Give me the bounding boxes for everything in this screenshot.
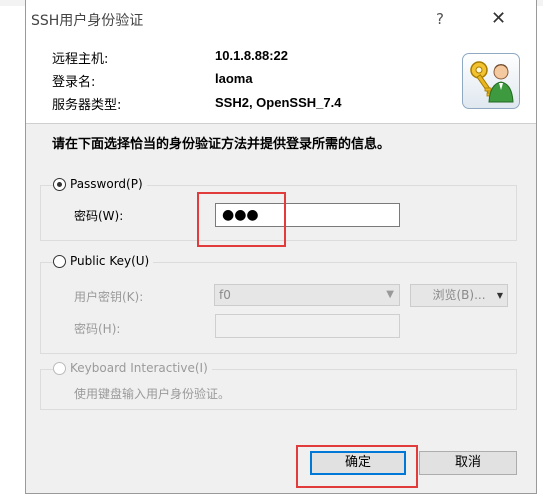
chevron-down-icon: ▼: [386, 289, 394, 300]
ssh-auth-dialog: SSH用户身份验证 ? ✕ 远程主机: 10.1.8.88:22 登录名: la…: [25, 0, 537, 494]
key-user-icon: [462, 53, 520, 109]
passphrase-input[interactable]: [215, 314, 400, 338]
publickey-radio[interactable]: Public Key(U): [53, 254, 154, 268]
password-radio-label: Password(P): [70, 177, 143, 191]
ok-highlight-annotation: [296, 445, 418, 488]
cancel-button[interactable]: 取消: [419, 451, 517, 475]
keyboard-interactive-label: Keyboard Interactive(I): [70, 361, 208, 375]
help-button[interactable]: ?: [436, 10, 444, 28]
server-type-value: SSH2, OpenSSH_7.4: [215, 95, 342, 110]
dialog-title: SSH用户身份验证: [31, 13, 144, 29]
passphrase-label: 密码(H):: [74, 322, 121, 336]
close-button[interactable]: ✕: [491, 8, 506, 29]
user-key-select[interactable]: f0 ▼: [214, 284, 400, 306]
browse-label: 浏览(B)...: [432, 288, 486, 302]
remote-host-value: 10.1.8.88:22: [215, 48, 289, 63]
remote-host-label: 远程主机:: [52, 52, 109, 67]
dropdown-arrow-icon: ▼: [496, 291, 503, 300]
publickey-radio-label: Public Key(U): [70, 254, 150, 268]
publickey-group: [40, 262, 517, 354]
browse-button[interactable]: 浏览(B)... ▼: [410, 284, 508, 307]
login-name-label: 登录名:: [52, 75, 96, 90]
title-bar: SSH用户身份验证 ? ✕: [26, 0, 536, 38]
instruction-text: 请在下面选择恰当的身份验证方法并提供登录所需的信息。: [52, 137, 391, 152]
server-type-label: 服务器类型:: [52, 98, 122, 113]
radio-disabled-icon: [53, 361, 66, 375]
radio-selected-icon: [53, 177, 66, 191]
keyboard-interactive-radio[interactable]: Keyboard Interactive(I): [53, 361, 212, 375]
password-radio[interactable]: Password(P): [53, 177, 147, 191]
connection-info-panel: 远程主机: 10.1.8.88:22 登录名: laoma 服务器类型: SSH…: [26, 38, 536, 124]
user-key-value: f0: [219, 288, 231, 302]
user-key-label: 用户密钥(K):: [74, 290, 144, 304]
password-field-label: 密码(W):: [74, 209, 124, 223]
login-name-value: laoma: [215, 71, 253, 86]
keyboard-interactive-description: 使用键盘输入用户身份验证。: [74, 387, 231, 401]
password-highlight-annotation: [197, 192, 286, 247]
radio-unselected-icon: [53, 254, 66, 268]
